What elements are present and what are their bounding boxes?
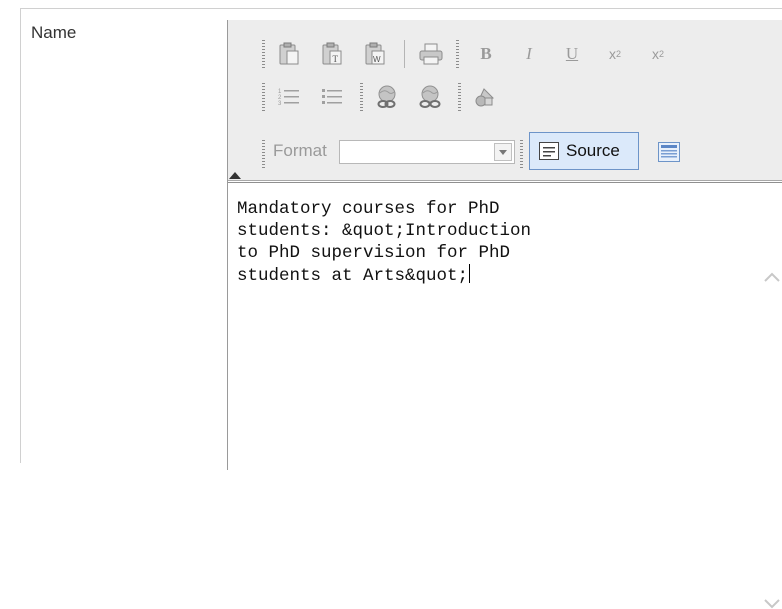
unlink-icon bbox=[419, 85, 441, 108]
svg-text:3: 3 bbox=[278, 101, 282, 107]
subscript-button[interactable]: x2 bbox=[596, 35, 634, 73]
italic-button[interactable]: I bbox=[510, 35, 548, 73]
bold-button[interactable]: B bbox=[467, 35, 505, 73]
link-icon bbox=[377, 85, 396, 108]
editor-text: Mandatory courses for PhD students: &quo… bbox=[237, 199, 542, 286]
scroll-up-icon[interactable] bbox=[764, 272, 780, 282]
source-icon bbox=[539, 142, 559, 160]
toolbar-collapse-icon[interactable] bbox=[229, 172, 241, 179]
image-icon bbox=[475, 88, 494, 107]
source-button[interactable]: Source bbox=[529, 132, 639, 170]
print-button[interactable] bbox=[412, 35, 450, 73]
format-select[interactable] bbox=[339, 140, 515, 164]
scroll-down-icon[interactable] bbox=[764, 599, 780, 609]
bulleted-list-icon bbox=[322, 89, 342, 104]
toolbar-grip[interactable] bbox=[262, 40, 265, 68]
toolbar-grip[interactable] bbox=[456, 40, 459, 68]
fieldset-border-left bbox=[20, 8, 21, 463]
paste-text-icon: T bbox=[322, 42, 342, 65]
toolbar-grip[interactable] bbox=[262, 140, 265, 168]
format-dropdown-button[interactable] bbox=[494, 143, 512, 161]
toolbar-grip[interactable] bbox=[520, 140, 523, 168]
superscript-button[interactable]: x2 bbox=[639, 35, 677, 73]
numbered-list-icon: 1 2 3 bbox=[278, 89, 299, 107]
name-field-label: Name bbox=[31, 23, 77, 42]
link-button[interactable] bbox=[368, 78, 406, 116]
toolbar-grip[interactable] bbox=[262, 83, 265, 111]
chevron-down-icon bbox=[499, 149, 507, 155]
fieldset-border-top bbox=[20, 8, 782, 9]
superscript-label: x bbox=[651, 46, 659, 62]
preview-icon bbox=[658, 142, 680, 162]
underline-button[interactable]: U bbox=[553, 35, 591, 73]
format-label: Format bbox=[273, 141, 327, 160]
print-icon bbox=[419, 43, 443, 65]
editor-toolbar: T W B I U x 2 x 2 1 2 3 Format Source bbox=[228, 20, 782, 181]
image-button[interactable] bbox=[466, 78, 504, 116]
svg-text:W: W bbox=[373, 55, 381, 64]
paste-text-button[interactable]: T bbox=[313, 35, 351, 73]
source-button-label: Source bbox=[566, 141, 620, 160]
numbered-list-button[interactable]: 1 2 3 bbox=[270, 78, 308, 116]
toolbar-separator bbox=[404, 40, 405, 68]
editor-content[interactable]: Mandatory courses for PhD students: &quo… bbox=[237, 198, 547, 287]
svg-text:T: T bbox=[333, 54, 339, 64]
paste-button[interactable] bbox=[270, 35, 308, 73]
subscript-mark: 2 bbox=[615, 49, 621, 59]
preview-button[interactable] bbox=[649, 134, 689, 170]
toolbar-grip[interactable] bbox=[360, 83, 363, 111]
toolbar-grip[interactable] bbox=[458, 83, 461, 111]
paste-icon bbox=[279, 42, 299, 65]
paste-from-word-button[interactable]: W bbox=[356, 35, 394, 73]
text-caret bbox=[469, 264, 471, 283]
subscript-label: x bbox=[608, 46, 616, 62]
rich-text-editor: T W B I U x 2 x 2 1 2 3 Format Source Ma… bbox=[227, 20, 782, 609]
unlink-button[interactable] bbox=[411, 78, 449, 116]
source-textarea[interactable]: Mandatory courses for PhD students: &quo… bbox=[228, 182, 782, 609]
superscript-mark: 2 bbox=[658, 49, 664, 59]
paste-word-icon: W bbox=[365, 42, 385, 65]
bulleted-list-button[interactable] bbox=[313, 78, 351, 116]
